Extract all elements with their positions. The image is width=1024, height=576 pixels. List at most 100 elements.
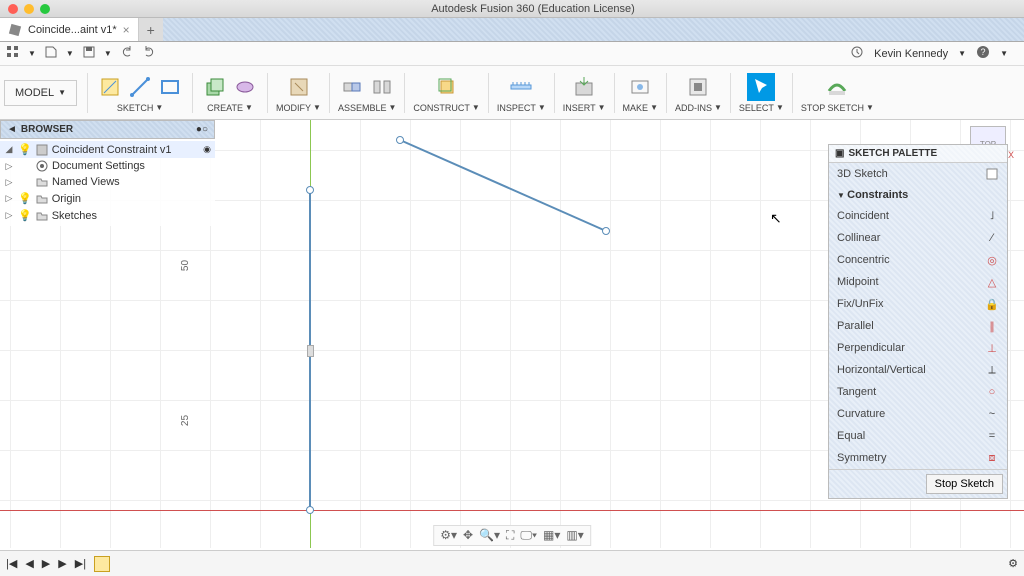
data-panel-icon[interactable] (6, 45, 20, 62)
settings-gear-icon[interactable]: ⚙ (1008, 557, 1018, 570)
sketch-create-icon[interactable] (96, 73, 124, 101)
timeline-start-icon[interactable]: |◀ (6, 557, 17, 570)
sketch-rect-icon[interactable] (156, 73, 184, 101)
tree-root[interactable]: ◢💡 Coincident Constraint v1 ◉ (0, 141, 215, 158)
document-tab[interactable]: Coincide...aint v1* × (0, 18, 139, 41)
lightbulb-icon[interactable]: 💡 (18, 209, 32, 222)
constraint-parallel[interactable]: Parallel∥ (829, 315, 1007, 337)
constraint-horizontal-vertical[interactable]: Horizontal/Vertical⟂ (829, 359, 1007, 381)
constraint-concentric[interactable]: Concentric◎ (829, 249, 1007, 271)
select-icon[interactable] (747, 73, 775, 101)
close-window-icon[interactable] (8, 4, 18, 14)
ribbon-group-insert[interactable]: INSERT▼ (559, 73, 610, 113)
dimension-label[interactable]: 50 (180, 260, 191, 271)
history-icon[interactable] (850, 45, 864, 62)
workspace-switcher[interactable]: MODEL▼ (4, 80, 77, 106)
line-endpoint[interactable] (602, 227, 610, 235)
sketch-palette[interactable]: ▣SKETCH PALETTE 3D Sketch Constraints Co… (828, 144, 1008, 499)
addins-icon[interactable] (684, 73, 712, 101)
lightbulb-icon[interactable]: 💡 (18, 192, 32, 205)
ribbon-group-select[interactable]: SELECT▼ (735, 73, 788, 113)
help-dropdown[interactable]: ▼ (1000, 49, 1008, 58)
tree-item-named-views[interactable]: ▷ Named Views (0, 174, 215, 190)
maximize-window-icon[interactable] (40, 4, 50, 14)
insert-icon[interactable] (570, 73, 598, 101)
ribbon-group-sketch[interactable]: SKETCH▼ (92, 73, 188, 113)
stop-sketch-button[interactable]: Stop Sketch (926, 474, 1003, 494)
ribbon-group-make[interactable]: MAKE▼ (619, 73, 662, 113)
user-name[interactable]: Kevin Kennedy (874, 48, 948, 60)
line-midpoint-icon[interactable] (307, 345, 314, 357)
tree-item-sketches[interactable]: ▷💡 Sketches (0, 207, 215, 224)
undo-icon[interactable] (120, 45, 134, 62)
constraint-symmetry[interactable]: Symmetry⧈ (829, 447, 1007, 469)
ribbon-group-inspect[interactable]: INSPECT▼ (493, 73, 550, 113)
constraint-perpendicular[interactable]: Perpendicular⊥ (829, 337, 1007, 359)
constraint-label: Parallel (837, 320, 874, 332)
fit-icon[interactable]: ⛶ (506, 528, 514, 543)
viewport-icon[interactable]: ▥▾ (566, 528, 583, 543)
display-icon[interactable]: 🖵▾ (520, 528, 537, 543)
timeline-next-icon[interactable]: ▶ (58, 557, 66, 570)
make-icon[interactable] (626, 73, 654, 101)
dimension-label[interactable]: 25 (180, 415, 191, 426)
ribbon-group-assemble[interactable]: ASSEMBLE▼ (334, 73, 400, 113)
joint-icon[interactable] (338, 73, 366, 101)
ribbon-group-construct[interactable]: CONSTRUCT▼ (409, 73, 483, 113)
save-dropdown[interactable]: ▼ (104, 49, 112, 58)
help-icon[interactable]: ? (976, 45, 990, 62)
timeline-bar[interactable]: |◀ ◀ ▶ ▶ ▶| ⚙ (0, 550, 1024, 576)
tree-item-document-settings[interactable]: ▷ Document Settings (0, 158, 215, 174)
ribbon-group-addins[interactable]: ADD-INS▼ (671, 73, 726, 113)
modify-icon[interactable] (285, 73, 313, 101)
lightbulb-icon[interactable]: 💡 (18, 143, 32, 156)
file-icon[interactable] (44, 45, 58, 62)
construct-icon[interactable] (433, 73, 461, 101)
new-tab-button[interactable]: + (139, 18, 163, 41)
tab-close-icon[interactable]: × (123, 23, 130, 37)
ribbon-group-create[interactable]: CREATE▼ (197, 73, 263, 113)
inspect-icon[interactable] (507, 73, 535, 101)
data-panel-dropdown[interactable]: ▼ (28, 49, 36, 58)
file-dropdown[interactable]: ▼ (66, 49, 74, 58)
checkbox-icon[interactable] (986, 168, 998, 180)
orbit-icon[interactable]: ⚙▾ (440, 528, 457, 543)
ribbon-group-modify[interactable]: MODIFY▼ (272, 73, 325, 113)
browser-header[interactable]: ◄BROWSER ●○ (0, 120, 215, 139)
constraint-curvature[interactable]: Curvature~ (829, 403, 1007, 425)
browser-panel[interactable]: ◄BROWSER ●○ ◢💡 Coincident Constraint v1 … (0, 120, 215, 226)
timeline-prev-icon[interactable]: ◀ (25, 557, 33, 570)
constraint-midpoint[interactable]: Midpoint△ (829, 271, 1007, 293)
constraint-collinear[interactable]: Collinear⁄ (829, 227, 1007, 249)
line-endpoint[interactable] (306, 186, 314, 194)
window-controls[interactable] (8, 4, 50, 14)
stop-sketch-icon[interactable] (823, 73, 851, 101)
ribbon-group-stopsketch[interactable]: STOP SKETCH▼ (797, 73, 878, 113)
revolve-icon[interactable] (231, 73, 259, 101)
sketch-line-icon[interactable] (126, 73, 154, 101)
palette-3d-sketch[interactable]: 3D Sketch (829, 163, 1007, 185)
tree-item-origin[interactable]: ▷💡 Origin (0, 190, 215, 207)
timeline-end-icon[interactable]: ▶| (75, 557, 86, 570)
pan-icon[interactable]: ✥ (463, 528, 473, 543)
save-icon[interactable] (82, 45, 96, 62)
constraint-tangent[interactable]: Tangent○ (829, 381, 1007, 403)
palette-constraints-section[interactable]: Constraints (829, 185, 1007, 205)
redo-icon[interactable] (142, 45, 156, 62)
palette-header[interactable]: ▣SKETCH PALETTE (829, 145, 1007, 163)
timeline-sketch-icon[interactable] (94, 556, 110, 572)
extrude-icon[interactable] (201, 73, 229, 101)
constraint-coincident[interactable]: Coincident˩ (829, 205, 1007, 227)
view-toolbar[interactable]: ⚙▾ ✥ 🔍▾ ⛶ 🖵▾ ▦▾ ▥▾ (433, 525, 591, 546)
minimize-window-icon[interactable] (24, 4, 34, 14)
assemble-icon[interactable] (368, 73, 396, 101)
constraint-fix-unfix[interactable]: Fix/UnFix🔒 (829, 293, 1007, 315)
sketch-line-diagonal[interactable] (398, 138, 608, 233)
zoom-icon[interactable]: 🔍▾ (479, 528, 500, 543)
line-endpoint[interactable] (396, 136, 404, 144)
grid-display-icon[interactable]: ▦▾ (543, 528, 560, 543)
line-endpoint[interactable] (306, 506, 314, 514)
timeline-play-icon[interactable]: ▶ (42, 557, 50, 570)
constraint-equal[interactable]: Equal= (829, 425, 1007, 447)
user-dropdown[interactable]: ▼ (958, 49, 966, 58)
